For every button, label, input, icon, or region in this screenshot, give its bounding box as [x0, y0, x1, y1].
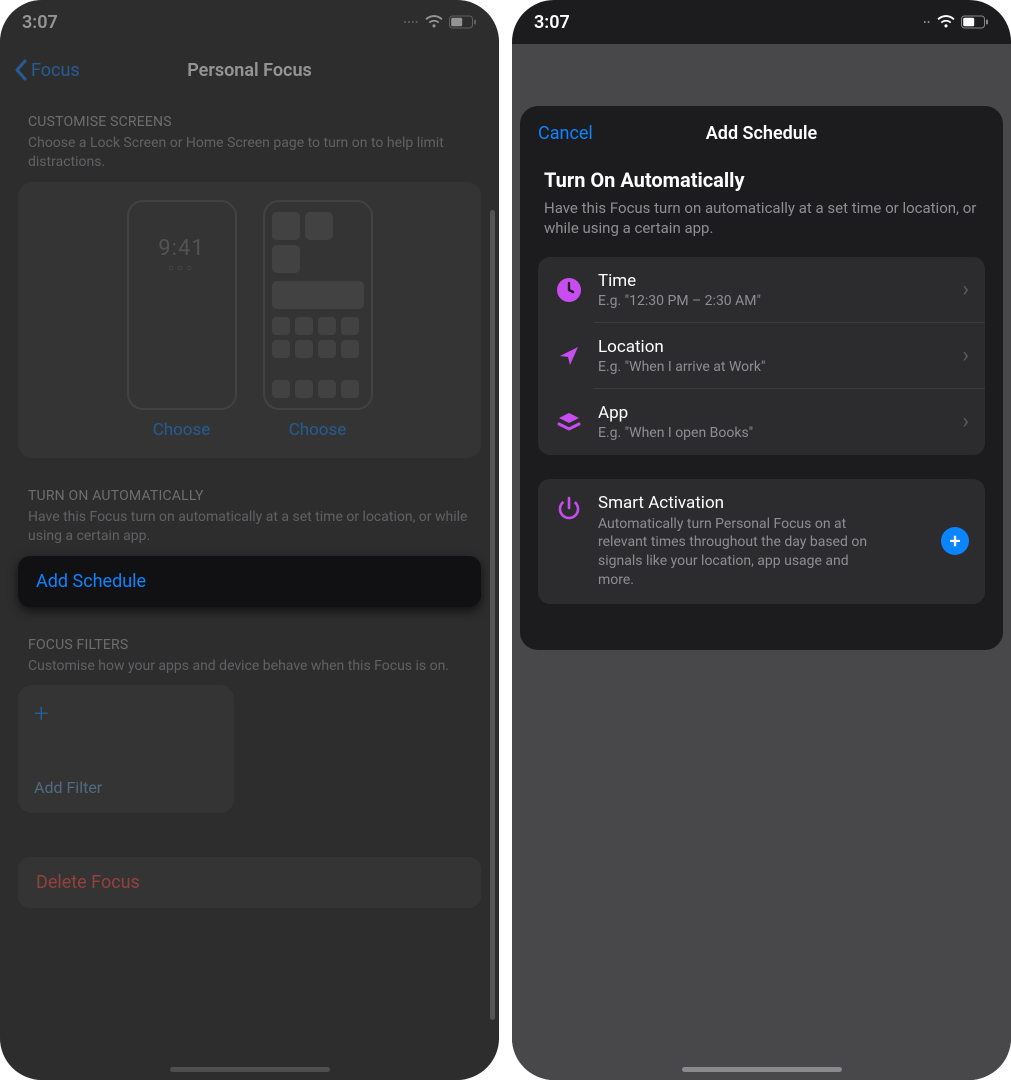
status-time: 3:07 — [22, 12, 58, 33]
cancel-button[interactable]: Cancel — [538, 123, 593, 144]
time-row[interactable]: Time E.g. "12:30 PM – 2:30 AM" › — [538, 257, 985, 323]
back-button[interactable]: Focus — [14, 59, 80, 81]
smart-activation-row[interactable]: Smart Activation Automatically turn Pers… — [538, 479, 985, 605]
add-filter-label: Add Filter — [34, 778, 218, 797]
row-title: Time — [598, 271, 948, 291]
chevron-left-icon — [14, 59, 27, 81]
battery-icon — [961, 15, 989, 29]
layers-icon — [554, 407, 584, 437]
trigger-list: Time E.g. "12:30 PM – 2:30 AM" › Locatio… — [538, 257, 985, 455]
row-sub: E.g. "When I arrive at Work" — [598, 359, 948, 375]
cell-dots-icon: •••• — [404, 18, 419, 27]
plus-icon: + — [34, 701, 218, 727]
phone-left: 3:07 •••• Focus Personal Focus CUSTOMISE… — [0, 0, 499, 1080]
add-filter-card[interactable]: + Add Filter — [18, 685, 234, 813]
customise-sub: Choose a Lock Screen or Home Screen page… — [18, 130, 481, 182]
row-title: App — [598, 403, 948, 423]
wifi-icon — [937, 15, 955, 29]
row-sub: E.g. "When I open Books" — [598, 425, 948, 441]
chevron-right-icon: › — [962, 345, 969, 367]
auto-sub: Have this Focus turn on automatically at… — [18, 504, 481, 556]
clock-icon — [554, 275, 584, 305]
sheet-title: Add Schedule — [706, 123, 817, 144]
add-schedule-button[interactable]: Add Schedule — [18, 556, 481, 607]
battery-icon — [449, 15, 477, 29]
home-indicator[interactable] — [682, 1067, 842, 1072]
smart-card: Smart Activation Automatically turn Pers… — [538, 479, 985, 605]
app-row[interactable]: App E.g. "When I open Books" › — [538, 389, 985, 455]
chevron-right-icon: › — [962, 279, 969, 301]
home-indicator[interactable] — [170, 1067, 330, 1072]
section-sub: Have this Focus turn on automatically at… — [538, 198, 985, 239]
row-sub: E.g. "12:30 PM – 2:30 AM" — [598, 293, 948, 309]
status-bar: 3:07 •••• — [0, 0, 499, 44]
filters-sub: Customise how your apps and device behav… — [18, 653, 481, 686]
add-circle-icon[interactable]: + — [941, 527, 969, 555]
cell-dots-icon: •• — [923, 18, 931, 27]
delete-focus-button[interactable]: Delete Focus — [18, 857, 481, 908]
location-arrow-icon — [554, 341, 584, 371]
customise-card: 9:41 ○○○ Choose Choose — [18, 182, 481, 458]
row-title: Smart Activation — [598, 493, 927, 513]
row-title: Location — [598, 337, 948, 357]
chevron-right-icon: › — [962, 411, 969, 433]
home-screen-preview[interactable] — [263, 200, 373, 410]
status-bar: 3:07 •• — [512, 0, 1011, 44]
status-time: 3:07 — [534, 12, 570, 33]
choose-lock-button[interactable]: Choose — [153, 420, 211, 440]
back-label: Focus — [31, 60, 80, 81]
row-sub: Automatically turn Personal Focus on at … — [598, 515, 878, 591]
lock-time: 9:41 — [158, 236, 204, 261]
power-icon — [554, 493, 584, 523]
lock-dots: ○○○ — [168, 263, 195, 274]
auto-header: TURN ON AUTOMATICALLY — [18, 482, 481, 504]
sheet-nav: Cancel Add Schedule — [520, 106, 1003, 160]
nav-bar: Focus Personal Focus — [0, 44, 499, 96]
phone-right: 3:07 •• Cancel Add Schedule Turn On Auto… — [512, 0, 1011, 1080]
customise-header: CUSTOMISE SCREENS — [18, 108, 481, 130]
section-title: Turn On Automatically — [538, 168, 985, 192]
wifi-icon — [425, 15, 443, 29]
content-scroll[interactable]: CUSTOMISE SCREENS Choose a Lock Screen o… — [0, 96, 499, 1080]
scroll-indicator[interactable] — [490, 210, 495, 1020]
lock-screen-preview[interactable]: 9:41 ○○○ — [127, 200, 237, 410]
choose-home-button[interactable]: Choose — [289, 420, 347, 440]
location-row[interactable]: Location E.g. "When I arrive at Work" › — [538, 323, 985, 389]
sheet-backdrop: Cancel Add Schedule Turn On Automaticall… — [512, 44, 1011, 1080]
filters-header: FOCUS FILTERS — [18, 631, 481, 653]
add-schedule-sheet: Cancel Add Schedule Turn On Automaticall… — [520, 106, 1003, 650]
